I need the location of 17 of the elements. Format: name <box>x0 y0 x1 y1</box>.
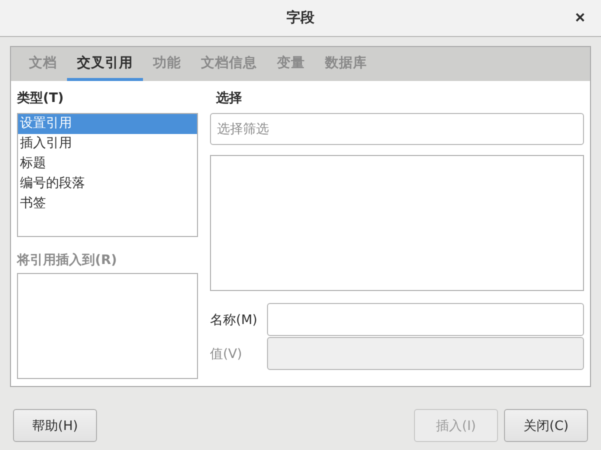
name-label: 名称(M) <box>210 312 258 328</box>
insert-to-list[interactable] <box>17 273 198 379</box>
selection-label: 选择 <box>215 91 243 108</box>
dialog-button[interactable]: 关闭(C) <box>504 409 588 442</box>
help-button[interactable]: 帮助(H) <box>13 409 97 442</box>
value-label: 值(V) <box>210 346 244 362</box>
list-item[interactable]: 插入引用 <box>18 134 197 154</box>
close-button[interactable]: × <box>571 9 589 27</box>
window-title: 字段 <box>286 9 314 27</box>
selection-list[interactable] <box>210 155 584 291</box>
filter-field[interactable]: 选择筛选 <box>210 113 584 145</box>
name-field[interactable] <box>267 303 584 336</box>
list-item[interactable]: 标题 <box>18 154 197 174</box>
insert-to-label: 将引用插入到(R) <box>17 252 118 270</box>
list-item[interactable]: 编号的段落 <box>18 174 197 194</box>
type-label: 类型(T) <box>17 91 65 108</box>
list-item[interactable]: 书签 <box>18 194 197 214</box>
